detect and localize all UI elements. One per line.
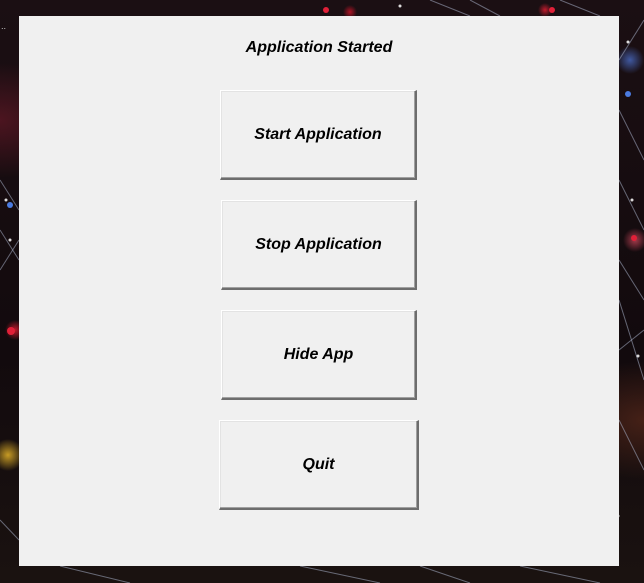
quit-button[interactable]: Quit	[219, 420, 419, 510]
app-window: Application Started Start Application St…	[19, 16, 619, 566]
status-label: Application Started	[245, 39, 393, 56]
hide-app-button[interactable]: Hide App	[221, 310, 417, 400]
start-application-button[interactable]: Start Application	[220, 90, 417, 180]
wallpaper-speck: ..	[1, 22, 7, 31]
stop-application-button[interactable]: Stop Application	[221, 200, 417, 290]
